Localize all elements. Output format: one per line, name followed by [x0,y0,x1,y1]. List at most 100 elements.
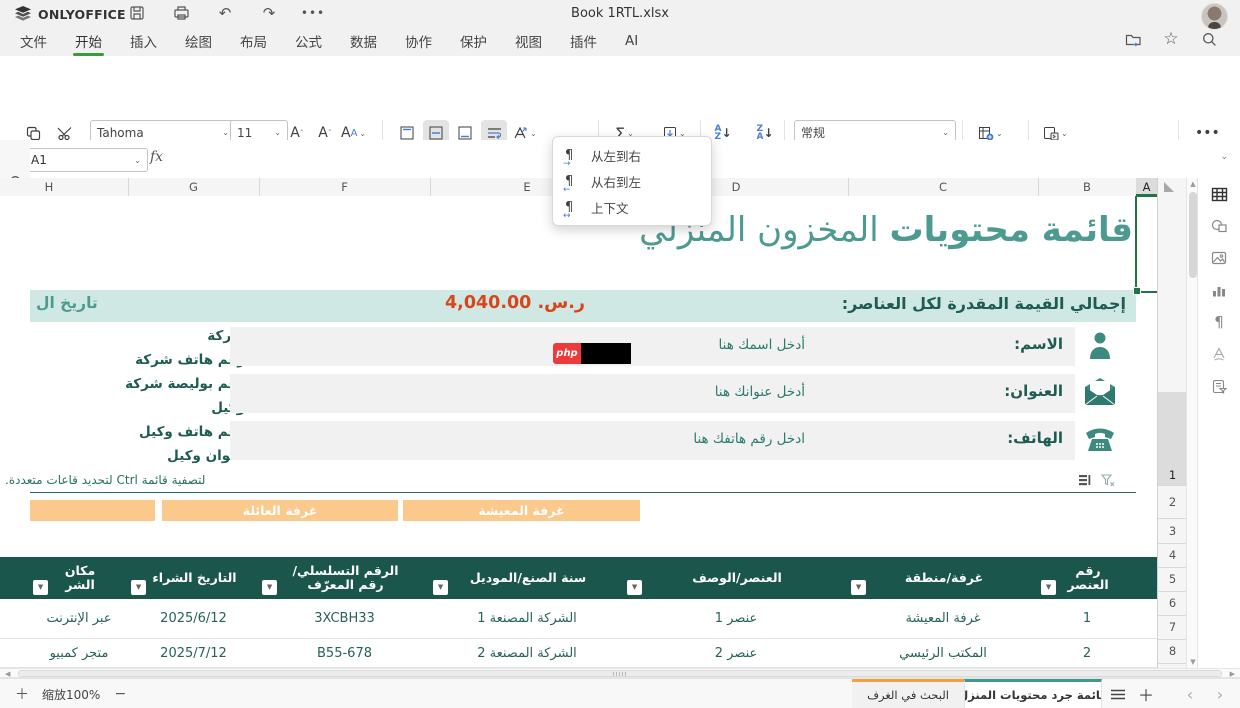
sheet-tab[interactable]: البحث في الغرف [852,679,964,708]
envelope-icon[interactable] [1082,375,1118,411]
person-icon[interactable] [1082,327,1118,363]
menu-tab[interactable]: 保护 [458,29,489,55]
column-header[interactable]: H [0,178,129,196]
expand-formula-bar-icon[interactable]: ⌄ [1220,152,1228,162]
table-cell[interactable]: الشركة المصنعة 1 [430,599,624,638]
table-cell[interactable]: 1 [1038,599,1136,638]
slicer-settings-icon[interactable] [1209,376,1229,396]
table-cell[interactable]: الشركة المصنعة 2 [430,640,624,667]
image-settings-icon[interactable] [1209,248,1229,268]
column-filter-button[interactable]: ▼ [851,580,866,595]
slicer-list-icon[interactable] [1078,474,1091,487]
insurance-label[interactable]: شركة [5,324,245,348]
menu-tab[interactable]: 公式 [293,29,324,55]
select-all-corner[interactable] [1157,178,1187,197]
horizontal-scrollbar[interactable]: ◀ ▶ [0,668,1240,678]
table-header-cell[interactable]: غرفة/منطقة ▼ [848,557,1038,599]
table-cell[interactable]: 2025/6/12 [128,599,259,638]
room-slicer-chip[interactable] [30,500,155,521]
insurance-label[interactable]: عنوان وكيل [5,444,245,468]
table-cell[interactable]: 3XCBH33 [259,599,430,638]
prev-sheet-button[interactable]: ‹ [1178,679,1202,708]
row-header[interactable]: 6 [1158,591,1187,616]
table-header-cell[interactable]: مكان الشر ▼ [30,557,128,599]
open-file-icon[interactable] [1122,28,1144,50]
row-header[interactable]: 5 [1158,567,1187,592]
menu-tab[interactable]: 插入 [128,29,159,55]
user-avatar[interactable] [1201,3,1228,30]
insurance-label[interactable]: رقم بوليصة شركة [5,372,245,396]
table-cell[interactable]: غرفة المعيشة [848,599,1038,638]
add-sheet-button[interactable]: ＋ [1134,679,1158,708]
column-filter-button[interactable]: ▼ [131,580,146,595]
menu-tab[interactable]: 数据 [348,29,379,55]
table-cell[interactable]: عنصر 2 [624,640,848,667]
menu-tab[interactable]: 插件 [568,29,599,55]
table-header-cell[interactable]: التاريخ الشراء ▼ [128,557,259,599]
direction-menu-item[interactable]: ¶→ 从左到右 [553,142,711,168]
more-actions-button[interactable]: ••• [302,2,324,24]
insurance-label[interactable]: وكيل [5,396,245,420]
table-cell[interactable]: عنصر 1 [624,599,848,638]
table-row[interactable]: 2المكتب الرئيسيعنصر 2الشركة المصنعة 2B55… [0,640,1157,668]
column-filter-button[interactable]: ▼ [33,580,48,595]
vertical-scroll-thumb[interactable] [1189,192,1197,278]
table-cell[interactable]: عبر الإنترنت [30,599,128,638]
column-header[interactable]: A [1136,178,1157,196]
column-header[interactable]: G [128,178,260,196]
column-filter-button[interactable]: ▼ [262,580,277,595]
row-header[interactable]: 3 [1158,518,1187,544]
horizontal-scroll-thumb[interactable] [18,670,1222,677]
row-header[interactable]: 7 [1158,615,1187,640]
sheet-title[interactable]: قائمة محتويات المخزون المنزلي [340,210,1133,250]
menu-tab[interactable]: AI [623,31,640,53]
row-header[interactable]: 8 [1158,639,1187,664]
column-header[interactable]: F [259,178,431,196]
zoom-out-button[interactable]: − [112,686,128,702]
menu-tab[interactable]: 协作 [403,29,434,55]
table-header-cell[interactable]: العنصر/الوصف ▼ [624,557,848,599]
phone-icon[interactable] [1082,423,1118,459]
room-slicer-chip[interactable]: غرفة العائلة [162,500,398,521]
cell-settings-icon[interactable] [1209,184,1229,204]
insurance-label[interactable]: رقم هاتف وكيل [5,420,245,444]
favorite-star-icon[interactable]: ☆ [1160,28,1182,50]
print-button[interactable] [170,2,192,24]
next-sheet-button[interactable]: › [1208,679,1232,708]
shape-settings-icon[interactable] [1209,216,1229,236]
sheet-tab[interactable]: قائمة جرد محتويات المنزل [964,679,1102,708]
filter-hint-text[interactable]: لتصفية قائمة Ctrl لتحديد قاعات متعددة. [5,473,245,487]
column-filter-button[interactable]: ▼ [627,580,642,595]
column-header[interactable]: C [848,178,1039,196]
row-header[interactable]: 2 [1158,486,1187,519]
contact-row[interactable]: الاسم: أدخل اسمك هنا [230,327,1075,366]
text-art-settings-icon[interactable] [1209,344,1229,364]
chart-settings-icon[interactable] [1209,280,1229,300]
menu-tab[interactable]: 文件 [18,29,49,55]
table-cell[interactable]: 2 [1038,640,1136,667]
selected-cell-a1[interactable] [1135,196,1157,293]
redo-button[interactable]: ↷ [258,2,280,24]
table-cell[interactable]: B55-678 [259,640,430,667]
direction-menu-item[interactable]: ¶↔ 上下文 [553,194,711,220]
table-cell[interactable]: متجر كمبيو [30,640,128,667]
search-icon[interactable] [1198,28,1220,50]
menu-tab[interactable]: 布局 [238,29,269,55]
table-cell[interactable]: المكتب الرئيسي [848,640,1038,667]
contact-row[interactable]: الهاتف: ادخل رقم هاتفك هنا [230,421,1075,460]
summary-banner[interactable]: إجمالي القيمة المقدرة لكل العناصر: ر.س. … [30,290,1136,322]
table-cell[interactable]: 2025/7/12 [128,640,259,667]
room-slicer-chip[interactable]: غرفة المعيشة [403,500,640,521]
table-header-cell[interactable]: سنة الصنع/الموديل ▼ [430,557,624,599]
row-header[interactable]: 1 [1158,392,1187,486]
menu-tab[interactable]: 视图 [513,29,544,55]
table-header-cell[interactable]: الرقم التسلسلي/ رقم المعرّف ▼ [259,557,430,599]
undo-button[interactable]: ↶ [214,2,236,24]
fx-icon[interactable]: fx [150,149,163,165]
cell-name-box[interactable]: A1⌄ [24,148,148,172]
menu-tab[interactable]: 开始 [73,29,104,55]
sheet-list-icon[interactable] [1106,679,1130,708]
table-row[interactable]: 1غرفة المعيشةعنصر 1الشركة المصنعة 13XCBH… [0,599,1157,639]
column-header[interactable]: B [1038,178,1137,196]
direction-menu-item[interactable]: ¶← 从右到左 [553,168,711,194]
